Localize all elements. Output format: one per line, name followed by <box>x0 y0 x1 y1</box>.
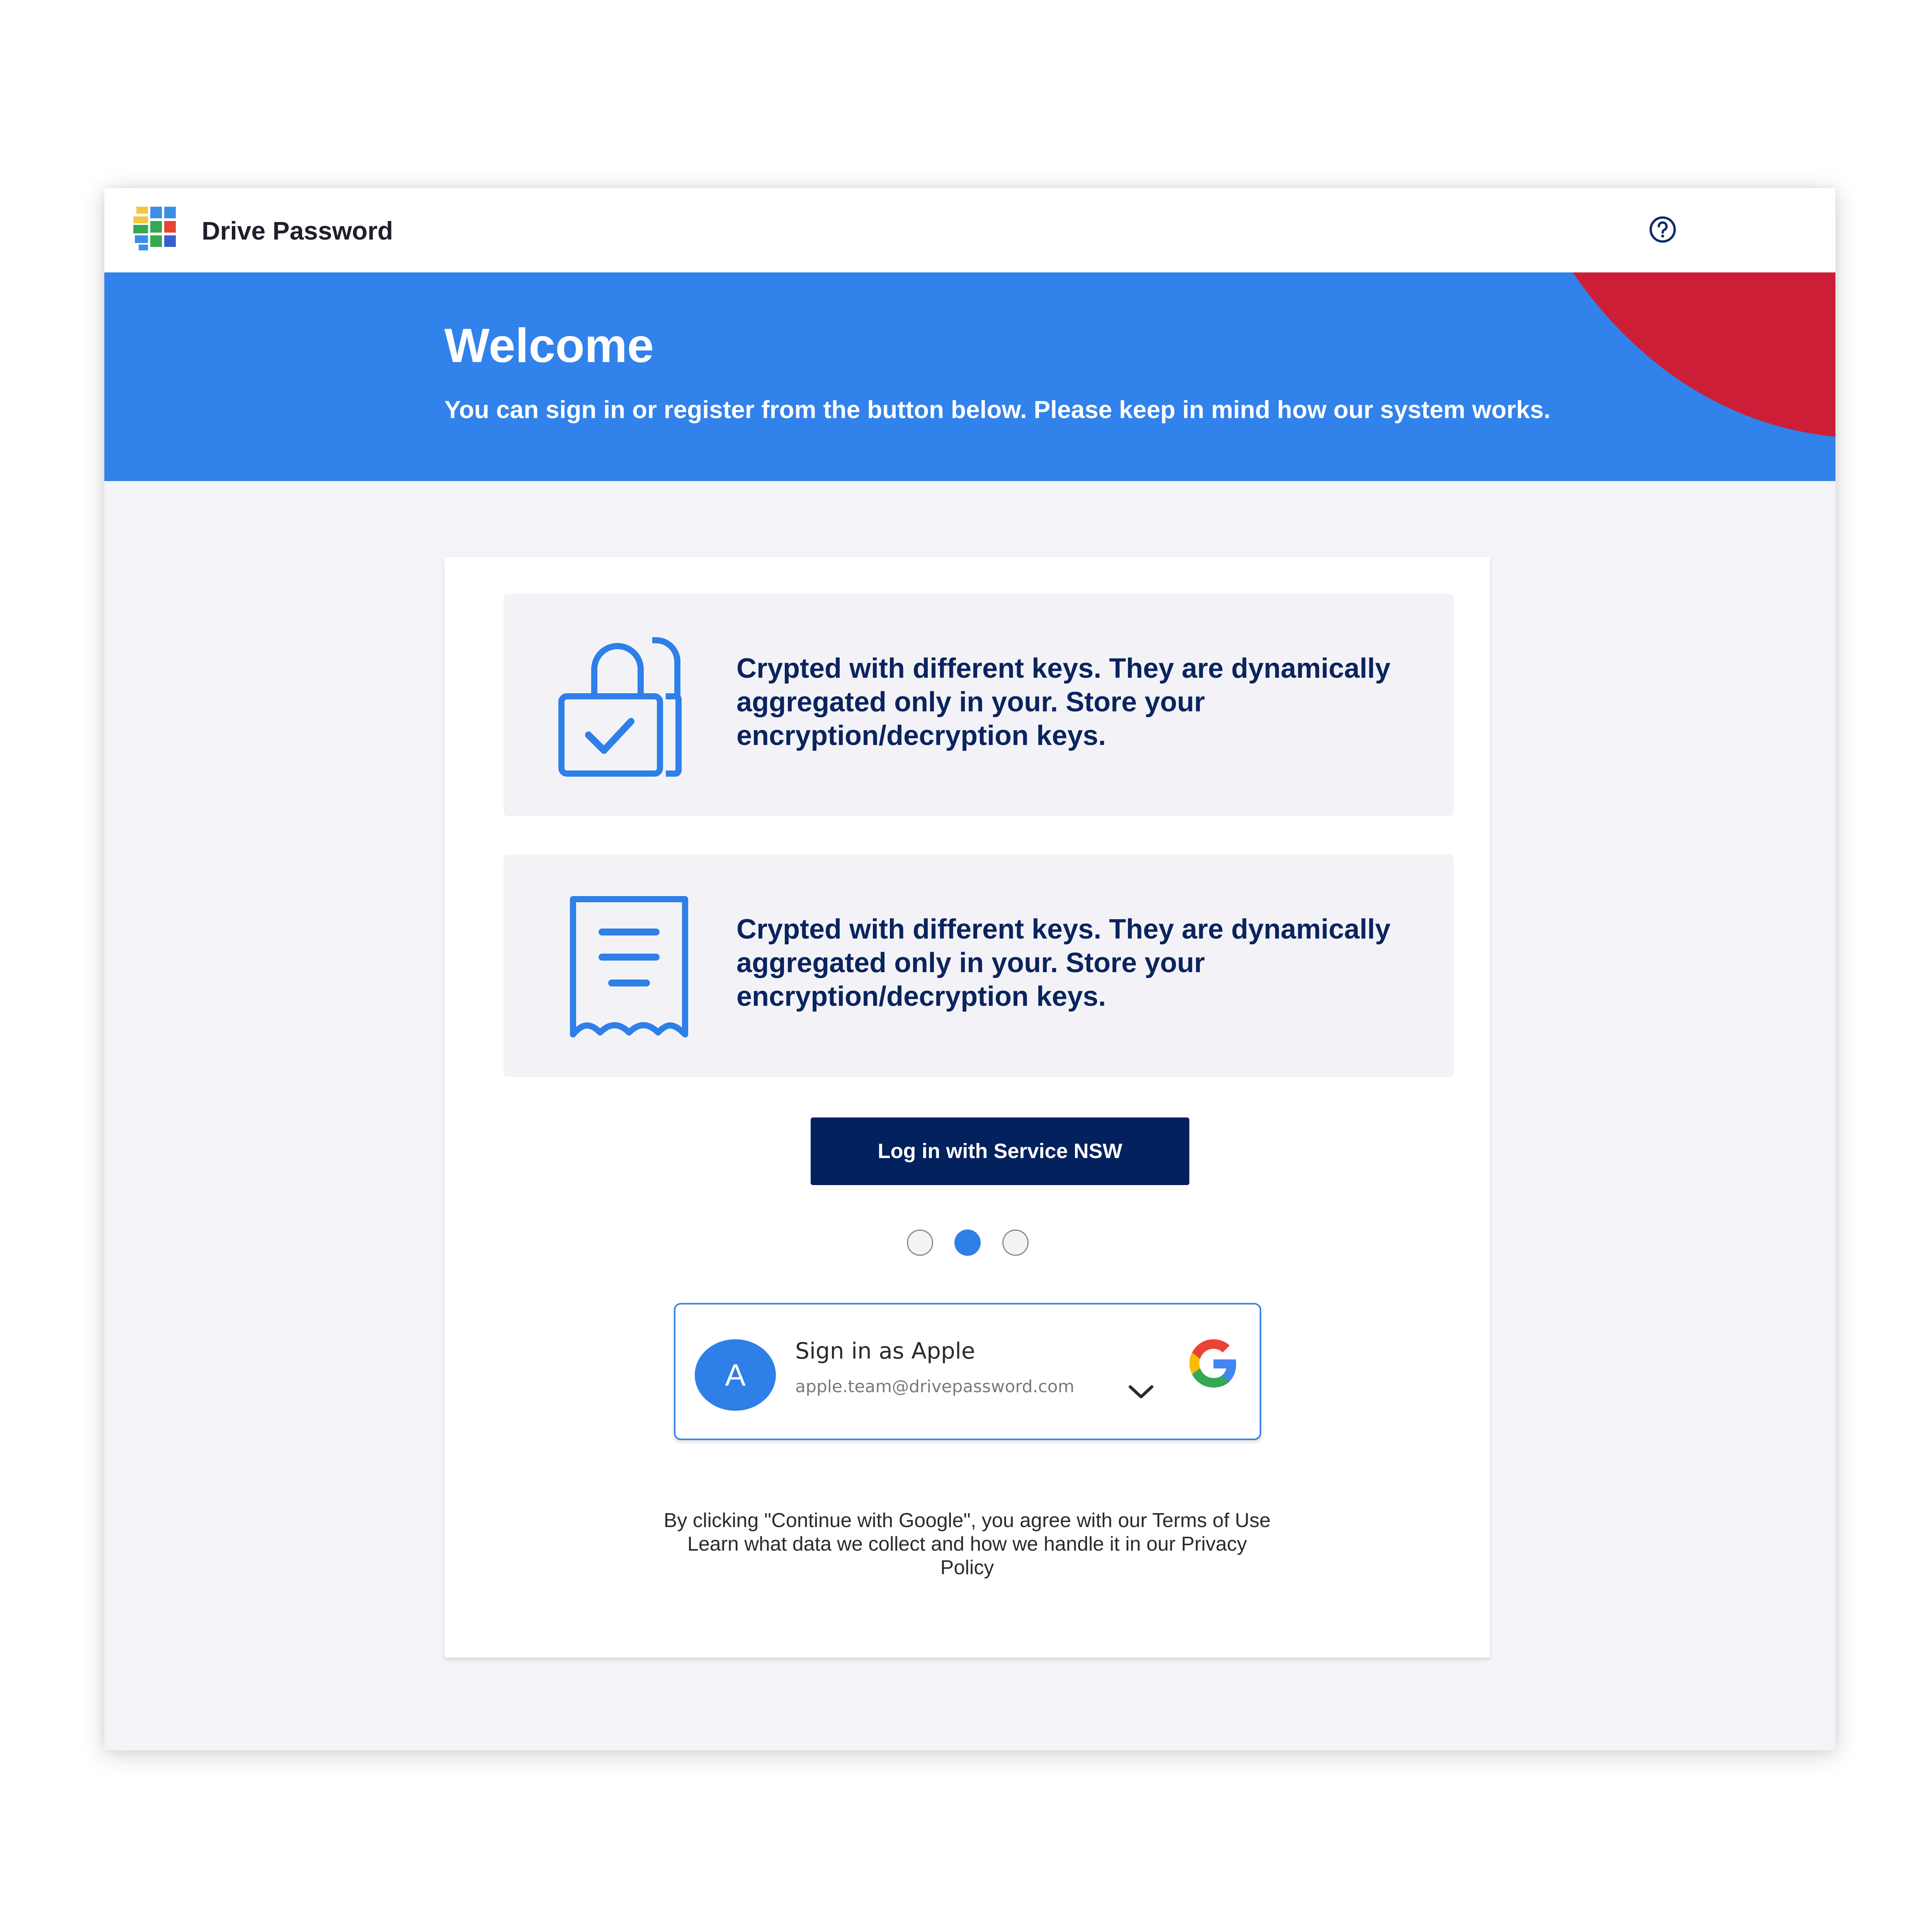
google-signin-button[interactable]: A Sign in as Apple apple.team@drivepassw… <box>674 1303 1261 1440</box>
legal-line-terms: By clicking "Continue with Google", you … <box>663 1509 1271 1532</box>
login-service-nsw-button[interactable]: Log in with Service NSW <box>811 1117 1189 1185</box>
top-bar: Drive Password <box>104 188 1835 272</box>
legal-line-policy: Policy <box>940 1556 994 1579</box>
legal-line-privacy: Learn what data we collect and how we ha… <box>687 1533 1247 1555</box>
receipt-icon <box>570 896 688 1037</box>
welcome-subtitle: You can sign in or register from the but… <box>444 396 1551 423</box>
welcome-banner: Welcome You can sign in or register from… <box>104 272 1835 481</box>
feature-text: Crypted with different keys. They are dy… <box>736 653 1391 751</box>
signin-card: Crypted with different keys. They are dy… <box>444 557 1490 1658</box>
lock-check-icon <box>558 637 682 777</box>
app-title: Drive Password <box>202 216 393 245</box>
app-window: Drive Password Welcome You can sign in o… <box>104 188 1835 1750</box>
drive-password-logo-icon <box>133 207 176 250</box>
legal-notice: By clicking "Continue with Google", you … <box>619 1509 1315 1580</box>
feature-text: Crypted with different keys. They are dy… <box>736 914 1391 1012</box>
signin-account-email: apple.team@drivepassword.com <box>795 1377 1075 1396</box>
feature-panel-keys: Crypted with different keys. They are dy… <box>503 855 1454 1077</box>
help-circle-icon[interactable] <box>1648 215 1677 244</box>
welcome-title: Welcome <box>444 319 654 372</box>
carousel-dot-2[interactable] <box>954 1230 981 1256</box>
chevron-down-icon[interactable] <box>1126 1380 1156 1403</box>
signin-account-name: Sign in as Apple <box>795 1338 975 1364</box>
google-logo-icon <box>1189 1339 1236 1388</box>
avatar: A <box>695 1339 776 1411</box>
carousel-indicator <box>444 1230 1490 1257</box>
carousel-dot-3[interactable] <box>1002 1230 1029 1256</box>
feature-panel-encryption: Crypted with different keys. They are dy… <box>503 594 1454 816</box>
decorative-arc <box>1573 272 1835 437</box>
carousel-dot-1[interactable] <box>907 1230 933 1256</box>
